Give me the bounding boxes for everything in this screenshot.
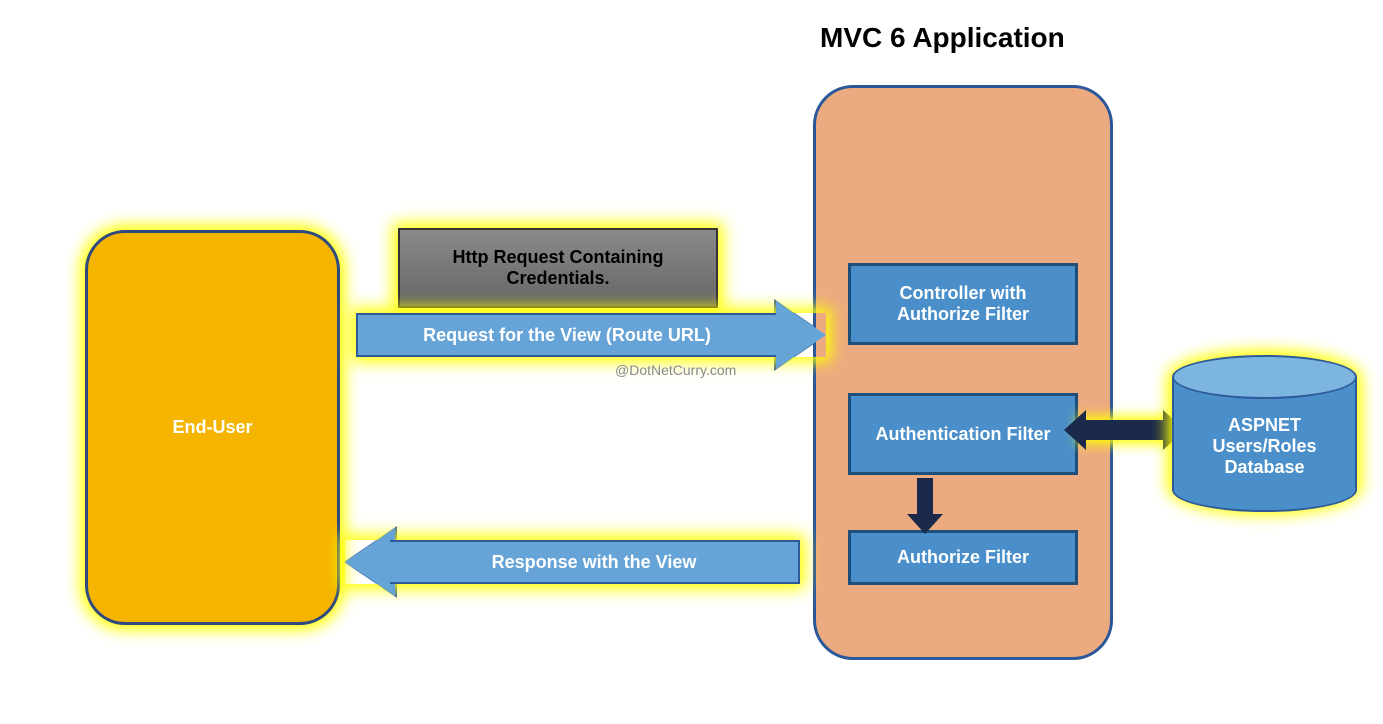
end-user-box: End-User xyxy=(85,230,340,625)
authentication-filter-box: Authentication Filter xyxy=(848,393,1078,475)
authentication-filter-label: Authentication Filter xyxy=(876,424,1051,445)
diagram-title: MVC 6 Application xyxy=(820,22,1065,54)
end-user-label: End-User xyxy=(172,417,252,438)
response-arrow: Response with the View xyxy=(345,540,800,584)
response-arrow-label: Response with the View xyxy=(390,540,800,584)
http-request-credentials-label: Http Request Containing Credentials. xyxy=(400,247,716,289)
database-label: ASPNET Users/Roles Database xyxy=(1174,415,1355,478)
http-request-credentials-box: Http Request Containing Credentials. xyxy=(398,228,718,308)
watermark-text: @DotNetCurry.com xyxy=(615,362,736,378)
down-arrow-icon xyxy=(917,478,933,516)
request-arrow: Request for the View (Route URL) xyxy=(356,313,826,357)
controller-filter-label: Controller with Authorize Filter xyxy=(863,283,1063,325)
cylinder-top-icon xyxy=(1172,355,1357,399)
authorize-filter-label: Authorize Filter xyxy=(897,547,1029,568)
request-arrow-label: Request for the View (Route URL) xyxy=(356,313,776,357)
arrow-right-icon xyxy=(776,301,826,369)
controller-filter-box: Controller with Authorize Filter xyxy=(848,263,1078,345)
arrow-left-icon xyxy=(345,528,395,596)
database-cylinder: ASPNET Users/Roles Database xyxy=(1172,355,1357,510)
db-bidirectional-arrow-icon xyxy=(1082,420,1167,440)
authorize-filter-box: Authorize Filter xyxy=(848,530,1078,585)
